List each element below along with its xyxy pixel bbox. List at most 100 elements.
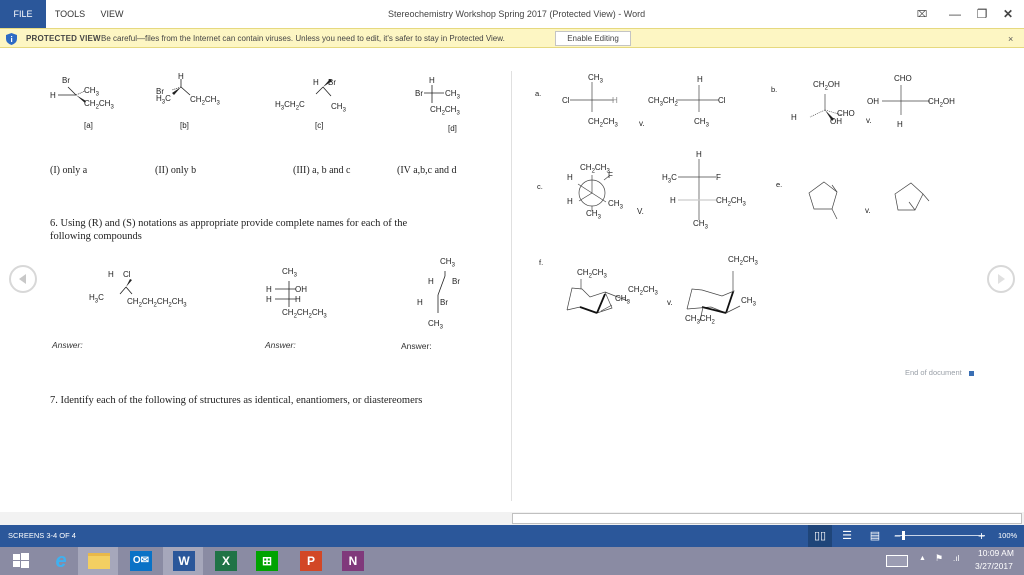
atom-label: Cl <box>562 96 570 105</box>
option-i: (I) only a <box>50 165 88 176</box>
taskbar-outlook[interactable]: O✉ <box>120 547 160 575</box>
atom-label: H3C <box>89 293 104 305</box>
read-mode-icon[interactable]: ▯▯ <box>808 525 832 547</box>
atom-label: CH2CH3 <box>628 285 658 297</box>
atom-label: CH3 <box>608 199 623 211</box>
show-hidden-icons-icon[interactable]: ▲ <box>919 555 926 562</box>
atom-label: Br <box>62 76 70 85</box>
web-layout-icon[interactable]: ▤ <box>868 529 882 543</box>
atom-label: CH2CH3 <box>84 99 114 111</box>
atom-label: OH <box>867 97 879 106</box>
atom-label: Br <box>452 277 460 286</box>
zoom-slider-thumb[interactable] <box>902 531 905 540</box>
answer-label-1: Answer: <box>52 340 83 350</box>
action-center-flag-icon[interactable]: ⚑ <box>935 553 943 564</box>
atom-label: CH2CH2CH3 <box>282 308 327 320</box>
keyboard-icon[interactable] <box>886 555 908 567</box>
atom-label: CH2CH3 <box>580 163 610 175</box>
atom-label: OH <box>295 285 307 294</box>
taskbar-powerpoint[interactable]: P <box>290 547 330 575</box>
title-bar: FILE TOOLS VIEW Stereochemistry Workshop… <box>0 0 1024 28</box>
print-layout-icon[interactable]: ☰ <box>840 529 854 543</box>
excel-icon: X <box>215 551 237 571</box>
atom-label: H <box>791 113 797 122</box>
onenote-icon: N <box>342 551 364 571</box>
clock-date[interactable]: 3/27/2017 <box>975 561 1013 571</box>
windows-logo-icon <box>13 553 29 568</box>
answer-label-2: Answer: <box>265 340 296 350</box>
atom-label: H <box>429 76 435 85</box>
prev-page-button[interactable] <box>9 265 37 293</box>
atom-label: CH2CH3 <box>190 95 220 107</box>
minimize-button[interactable]: — <box>943 0 967 28</box>
wedge-bond <box>126 279 132 287</box>
option-ii: (II) only b <box>155 165 197 176</box>
atom-label: H <box>295 295 301 304</box>
taskbar-excel[interactable]: X <box>205 547 245 575</box>
atom-label: Br <box>440 298 448 307</box>
atom-label: CH3 <box>693 219 708 231</box>
chevron-right-icon <box>998 274 1005 284</box>
atom-label: H3CH2C <box>275 100 305 112</box>
atom-label: H3C <box>156 94 171 106</box>
atom-label: H <box>266 295 272 304</box>
internet-explorer-icon: e <box>55 550 67 572</box>
zoom-out-button[interactable]: − <box>894 525 901 547</box>
taskbar-file-explorer[interactable] <box>78 547 118 575</box>
atom-label: H <box>696 150 702 159</box>
structure-label-a: [a] <box>84 121 93 130</box>
pair-letter-e: e. <box>776 180 783 189</box>
atom-label: CH2OH <box>813 80 840 92</box>
network-signal-icon[interactable]: .ıl <box>953 554 959 563</box>
atom-label: CH3 <box>331 102 346 114</box>
bond <box>315 86 324 95</box>
pair-letter-c: c. <box>537 182 543 191</box>
atom-label: Cl <box>718 96 726 105</box>
taskbar-word[interactable]: W <box>163 547 203 575</box>
atom-label: CH2OH <box>928 97 955 109</box>
start-button[interactable] <box>0 547 40 575</box>
atom-label: H <box>897 120 903 129</box>
atom-label: CH3 <box>84 86 99 98</box>
vs-label: v. <box>667 298 673 307</box>
zoom-in-button[interactable]: + <box>978 525 985 547</box>
structure-label-c: [c] <box>315 121 324 130</box>
fullscreen-icon[interactable]: ⌧ <box>910 0 934 28</box>
taskbar-store[interactable]: ⊞ <box>246 547 286 575</box>
zoom-level[interactable]: 100% <box>998 525 1017 547</box>
chevron-left-icon <box>19 274 26 284</box>
close-bar-icon[interactable]: × <box>1008 29 1013 49</box>
atom-label: CH2CH3 <box>716 196 746 208</box>
tab-file[interactable]: FILE <box>0 0 46 28</box>
taskbar-onenote[interactable]: N <box>332 547 372 575</box>
atom-label: F <box>608 171 613 180</box>
atom-label: H <box>670 196 676 205</box>
answer-label-3: Answer: <box>401 341 432 351</box>
taskbar-internet-explorer[interactable]: e <box>40 547 80 575</box>
atom-label: CH2CH3 <box>588 117 618 129</box>
vs-label: v. <box>865 206 871 215</box>
clock-time[interactable]: 10:09 AM <box>978 548 1014 558</box>
atom-label: CH3CH2 <box>685 314 715 326</box>
next-page-button[interactable] <box>987 265 1015 293</box>
end-of-document-label: End of document <box>905 368 962 377</box>
atom-label: F <box>716 173 721 182</box>
atom-label: H <box>313 78 319 87</box>
tab-tools[interactable]: TOOLS <box>50 0 90 28</box>
pair-letter-f: f. <box>539 258 544 267</box>
word-icon: W <box>173 551 195 571</box>
tab-view[interactable]: VIEW <box>94 0 130 28</box>
bond <box>119 286 127 295</box>
zoom-slider[interactable] <box>895 535 985 536</box>
close-button[interactable]: ✕ <box>996 0 1020 28</box>
atom-label: CH3 <box>694 117 709 129</box>
page-left: Br H CH3 CH2CH3 [a] H Br H3C CH2CH3 [b] … <box>0 49 512 525</box>
atom-label: CH2CH3 <box>728 255 758 267</box>
horizontal-scrollbar-thumb[interactable] <box>512 513 1022 524</box>
restore-button[interactable]: ❐ <box>970 0 994 28</box>
enable-editing-button[interactable]: Enable Editing <box>555 31 631 46</box>
atom-label: Cl <box>123 270 131 279</box>
atom-label: H3C <box>662 173 677 185</box>
atom-label: H <box>567 173 573 182</box>
question-7: 7. Identify each of the following of str… <box>50 395 423 406</box>
